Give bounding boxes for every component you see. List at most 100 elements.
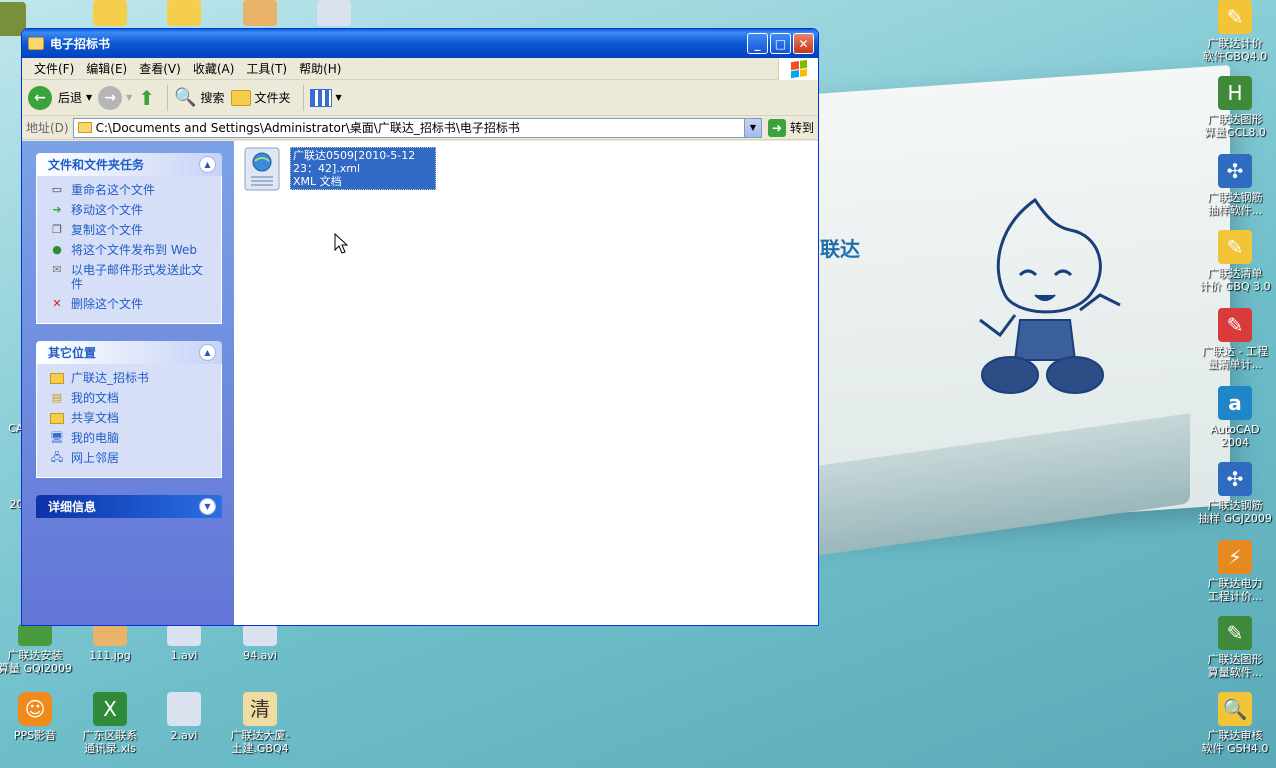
gcl-app-icon: ✎ [1218, 616, 1252, 650]
task-delete[interactable]: ✕ 删除这个文件 [49, 297, 213, 311]
task-pane: 文件和文件夹任务 ▲ ▭ 重命名这个文件 ➜ 移动这个文件 ❐ 复制这个文件 ●… [22, 141, 234, 625]
task-move[interactable]: ➜ 移动这个文件 [49, 203, 213, 217]
forward-button[interactable]: → ▼ [98, 85, 132, 110]
chevron-down-icon[interactable]: ▼ [86, 93, 92, 102]
task-publish-web[interactable]: ● 将这个文件发布到 Web [49, 243, 213, 257]
desktop-icon-gbq4[interactable]: 清 广联达大厦- 土建.GBQ4 [221, 692, 299, 755]
pps-player-icon: ☺ [18, 692, 52, 726]
folder-up-icon: ⬆ [138, 85, 156, 110]
expand-icon[interactable]: ▼ [199, 498, 216, 515]
shared-folder-icon [49, 411, 65, 425]
folder-icon [93, 0, 127, 26]
menu-help[interactable]: 帮助(H) [293, 60, 347, 77]
folder-icon [49, 371, 65, 385]
chevron-down-icon[interactable]: ▼ [336, 93, 342, 102]
maximize-button[interactable]: □ [770, 33, 791, 54]
desktop-icon-2avi[interactable]: 2.avi [145, 692, 223, 742]
details-header[interactable]: 详细信息 ▼ [36, 495, 222, 518]
menu-favorites[interactable]: 收藏(A) [187, 60, 241, 77]
address-label: 地址(D) [26, 121, 69, 135]
file-list-area[interactable]: 广联达0509[2010-5-12 23：42].xml XML 文档 [234, 141, 818, 625]
wallpaper-brand-text: 联达 [820, 237, 860, 261]
desktop-icon-94avi[interactable]: 94.avi [221, 624, 299, 662]
video-file-icon [167, 624, 201, 646]
address-input[interactable]: C:\Documents and Settings\Administrator\… [72, 117, 762, 138]
desktop-icon-top-folder-2[interactable] [145, 0, 223, 29]
file-item[interactable]: 广联达0509[2010-5-12 23：42].xml XML 文档 [244, 147, 436, 191]
close-button[interactable]: ✕ [793, 33, 814, 54]
folder-icon [167, 0, 201, 26]
delete-icon: ✕ [52, 297, 62, 310]
desktop-icon-power[interactable]: ⚡ 广联达电力 工程计价... [1196, 540, 1274, 603]
my-computer-icon: 🖥 [50, 431, 64, 444]
forward-arrow-icon: → [98, 85, 123, 110]
toolbar-divider [167, 84, 169, 111]
image-file-icon [93, 624, 127, 646]
desktop-icon-111jpg[interactable]: 111.jpg [71, 624, 149, 662]
task-copy[interactable]: ❐ 复制这个文件 [49, 223, 213, 237]
task-rename[interactable]: ▭ 重命名这个文件 [49, 183, 213, 197]
address-dropdown-button[interactable]: ▼ [743, 118, 761, 137]
menu-file[interactable]: 文件(F) [28, 60, 80, 77]
desktop-icon-gsh40[interactable]: 🔍 广联达审核 软件 GSH4.0 [1196, 692, 1274, 755]
file-tasks-header[interactable]: 文件和文件夹任务 ▲ [36, 153, 222, 176]
gbq-file-icon: 清 [243, 692, 277, 726]
task-email[interactable]: ✉ 以电子邮件形式发送此文件 [49, 263, 213, 291]
gcl-app-icon: H [1218, 76, 1252, 110]
window-body: 文件和文件夹任务 ▲ ▭ 重命名这个文件 ➜ 移动这个文件 ❐ 复制这个文件 ●… [22, 141, 818, 625]
collapse-icon[interactable]: ▲ [199, 344, 216, 361]
desktop-icon-pps[interactable]: ☺ PPS影音 [0, 692, 74, 742]
ggj-app-icon: ✣ [1218, 462, 1252, 496]
chevron-down-icon[interactable]: ▼ [126, 93, 132, 102]
desktop-icon-top-video[interactable] [295, 0, 373, 29]
details-panel: 详细信息 ▼ [36, 495, 222, 518]
menu-edit[interactable]: 编辑(E) [80, 60, 133, 77]
desktop-icon-xls[interactable]: X 广东区联系 通讯录.xls [71, 692, 149, 755]
place-network[interactable]: 🖧 网上邻居 [49, 451, 213, 465]
go-button[interactable]: ➜ 转到 [767, 118, 814, 137]
window-title: 电子招标书 [50, 37, 111, 51]
video-file-icon [167, 692, 201, 726]
title-bar[interactable]: 电子招标书 _ □ ✕ [22, 29, 818, 58]
desktop-icon-gbq30[interactable]: ✎ 广联达清单 计价 GBQ 3.0 [1196, 230, 1274, 293]
explorer-window[interactable]: 电子招标书 _ □ ✕ 文件(F) 编辑(E) 查看(V) 收藏(A) 工具(T… [21, 28, 819, 626]
desktop-icon-ggj2009[interactable]: ✣ 广联达钢筋 抽样 GGJ2009 [1196, 462, 1274, 525]
rename-icon: ▭ [51, 183, 63, 196]
other-places-header[interactable]: 其它位置 ▲ [36, 341, 222, 364]
email-icon: ✉ [52, 263, 62, 276]
go-arrow-icon: ➜ [767, 118, 786, 137]
toolbar-divider [302, 84, 304, 111]
menu-bar: 文件(F) 编辑(E) 查看(V) 收藏(A) 工具(T) 帮助(H) [22, 58, 818, 80]
place-parent-folder[interactable]: 广联达_招标书 [49, 371, 213, 385]
folders-button[interactable]: 文件夹 [230, 89, 291, 106]
bill-app-icon: ✎ [1218, 308, 1252, 342]
search-button[interactable]: 🔍 搜索 [174, 87, 224, 108]
menu-view[interactable]: 查看(V) [133, 60, 187, 77]
views-button[interactable]: ▼ [309, 88, 342, 107]
desktop-icon-gbq40[interactable]: ✎ 广联达计价 软件GBQ4.0 [1196, 0, 1274, 63]
menu-tools[interactable]: 工具(T) [240, 60, 293, 77]
desktop-icon-ggj[interactable]: ✣ 广联达钢筋 抽样软件... [1196, 154, 1274, 217]
windows-logo [778, 58, 818, 80]
toolbar: ← 后退 ▼ → ▼ ⬆ 🔍 搜索 文件夹 ▼ [22, 80, 818, 116]
place-shared-documents[interactable]: 共享文档 [49, 411, 213, 425]
place-my-documents[interactable]: ▤ 我的文档 [49, 391, 213, 405]
desktop-icon-top-image[interactable] [221, 0, 299, 29]
mouse-pointer-icon [334, 233, 348, 254]
minimize-button[interactable]: _ [747, 33, 768, 54]
desktop-icon-gcl[interactable]: ✎ 广联达图形 算量软件... [1196, 616, 1274, 679]
file-label: 广联达0509[2010-5-12 23：42].xml XML 文档 [290, 147, 436, 190]
desktop-icon-qingdan[interactable]: ✎ 广联达 - 工程 量清单计... [1196, 308, 1274, 371]
desktop-icon-1avi[interactable]: 1.avi [145, 624, 223, 662]
up-button[interactable]: ⬆ [138, 86, 155, 110]
collapse-icon[interactable]: ▲ [199, 156, 216, 173]
place-my-computer[interactable]: 🖥 我的电脑 [49, 431, 213, 445]
address-path: C:\Documents and Settings\Administrator\… [95, 121, 520, 135]
address-bar: 地址(D) C:\Documents and Settings\Administ… [22, 116, 818, 140]
desktop-icon-top-folder-1[interactable] [71, 0, 149, 29]
back-button[interactable]: ← 后退 ▼ [28, 85, 92, 110]
desktop-icon-autocad[interactable]: a AutoCAD 2004 [1196, 386, 1274, 449]
desktop-icon-gcl80[interactable]: H 广联达图形 算量GCL8.0 [1196, 76, 1274, 139]
gbq-app-icon: ✎ [1218, 230, 1252, 264]
desktop-icon-gqi2009[interactable]: 广联达安装 算量 GQI2009 [0, 624, 74, 675]
